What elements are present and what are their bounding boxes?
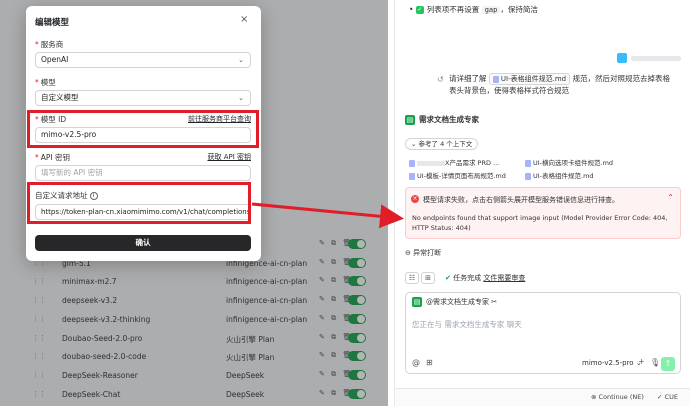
sparkle-icon: ✂ — [491, 298, 498, 306]
list-item: • ✓ 列表项不再设置 gap ，保持简洁 — [409, 5, 538, 14]
error-detail: No endpoints found that support image in… — [412, 214, 668, 232]
chevron-down-icon: ⌄ — [238, 56, 244, 64]
model-select[interactable]: 自定义模型 ⌄ — [35, 90, 251, 106]
close-icon[interactable]: × — [240, 14, 248, 25]
agent-icon: ▤ — [405, 115, 415, 125]
at-icon[interactable]: @ — [412, 358, 420, 367]
dialog-title: 编辑模型 — [35, 18, 70, 28]
required-mark: * — [35, 40, 39, 49]
error-alert: × 模型请求失败，点击右侧箭头展开模型服务错误信息进行排查。 ⌃ No endp… — [405, 187, 681, 239]
retry-icon[interactable]: ↺ — [437, 75, 444, 84]
composer-placeholder: 您正在与 需求文档生成专家 聊天 — [412, 320, 522, 329]
file-chip[interactable]: UI-表格组件规范.md — [488, 73, 571, 85]
provider-label: * 服务商 — [35, 40, 64, 49]
mention-chip[interactable]: ▤ @需求文档生成专家 ✂ — [412, 297, 497, 307]
context-pill[interactable]: ⌄ 参考了 4 个上下文 — [405, 138, 479, 150]
task-status-row: ☷ ⊞ ✔ 任务完成 文件需要审查 — [405, 270, 681, 286]
cue-status[interactable]: ✓ CUE — [657, 393, 678, 401]
agent-icon: ▤ — [412, 297, 422, 307]
annotation-box-model-id — [27, 110, 259, 148]
file-icon — [525, 159, 531, 167]
chat-composer[interactable]: ▤ @需求文档生成专家 ✂ 您正在与 需求文档生成专家 聊天 @ ⊞ mimo-v… — [405, 292, 681, 374]
grid-icon[interactable]: ⊞ — [426, 358, 433, 367]
app-window: ⋮⋮Plan✎ ⧉ 🗑⋮⋮glm-5.1infinigence-ai-cn-pl… — [0, 0, 690, 406]
required-mark: * — [35, 78, 39, 87]
mic-icon[interactable]: 🎙 — [650, 358, 660, 367]
check-icon: ✔ — [445, 274, 451, 282]
interrupt-icon: ⊖ — [405, 249, 411, 257]
get-api-key-link[interactable]: 获取 API 密钥 — [207, 152, 251, 162]
chat-panel: • ✓ 列表项不再设置 gap ，保持简洁 ↺ 请详细了解 UI-表格组件规范.md… — [394, 0, 690, 406]
annotation-box-custom-url — [27, 182, 251, 224]
file-icon — [525, 172, 531, 180]
required-mark: * — [35, 153, 39, 162]
error-title: 模型请求失败，点击右侧箭头展开模型服务错误信息进行排查。 — [423, 196, 619, 204]
send-button[interactable]: ↑ — [661, 357, 675, 371]
abort-notice: ⊖ 异常打断 — [405, 249, 442, 257]
check-icon: ✓ — [415, 6, 424, 14]
context-file[interactable]: UI-模板-详情页面布局规范.md — [409, 170, 506, 180]
chevron-up-icon[interactable]: ⌃ — [667, 193, 674, 202]
file-review-link[interactable]: 文件需要审查 — [483, 274, 525, 282]
api-key-input[interactable]: 填写新的 API 密钥 — [35, 165, 251, 181]
grid-view-icon[interactable]: ⊞ — [421, 272, 435, 284]
context-file[interactable]: UI-表格组件规范.md — [525, 170, 594, 180]
agent-header: ▤ 需求文档生成专家 — [405, 115, 479, 125]
api-key-label: * API 密钥 — [35, 153, 70, 162]
file-icon — [409, 159, 415, 167]
model-label: * 模型 — [35, 78, 56, 87]
add-icon[interactable]: + — [638, 357, 645, 366]
context-file[interactable]: X产品需求 PRD ... — [409, 157, 499, 167]
error-icon: × — [411, 195, 419, 203]
cancel-circle-icon: ⊗ — [591, 393, 597, 401]
file-icon — [492, 75, 499, 83]
user-name-blurred — [631, 56, 681, 61]
file-icon — [409, 172, 415, 180]
chevron-down-icon: ⌄ — [238, 94, 244, 102]
user-avatar — [617, 53, 627, 63]
provider-select[interactable]: OpenAI ⌄ — [35, 52, 251, 68]
list-view-icon[interactable]: ☷ — [405, 272, 419, 284]
user-message: 请详细了解 UI-表格组件规范.md 规范，然后对照规范去掉表格表头背景色，使得… — [449, 73, 670, 95]
composer-toolbar: @ ⊞ mimo-v2.5-pro ⌄ + 🎙 ↑ — [406, 355, 680, 373]
confirm-button[interactable]: 确认 — [35, 235, 251, 251]
check-icon: ✓ — [657, 393, 663, 401]
task-status: ✔ 任务完成 文件需要审查 — [445, 274, 526, 282]
context-file[interactable]: UI-横向选项卡组件规范.md — [525, 157, 613, 167]
status-bar: ⊗ Continue (NE) ✓ CUE — [395, 388, 690, 406]
continue-status[interactable]: ⊗ Continue (NE) — [591, 393, 644, 401]
blurred-text — [417, 160, 445, 166]
model-selector[interactable]: mimo-v2.5-pro ⌄ — [582, 359, 642, 367]
